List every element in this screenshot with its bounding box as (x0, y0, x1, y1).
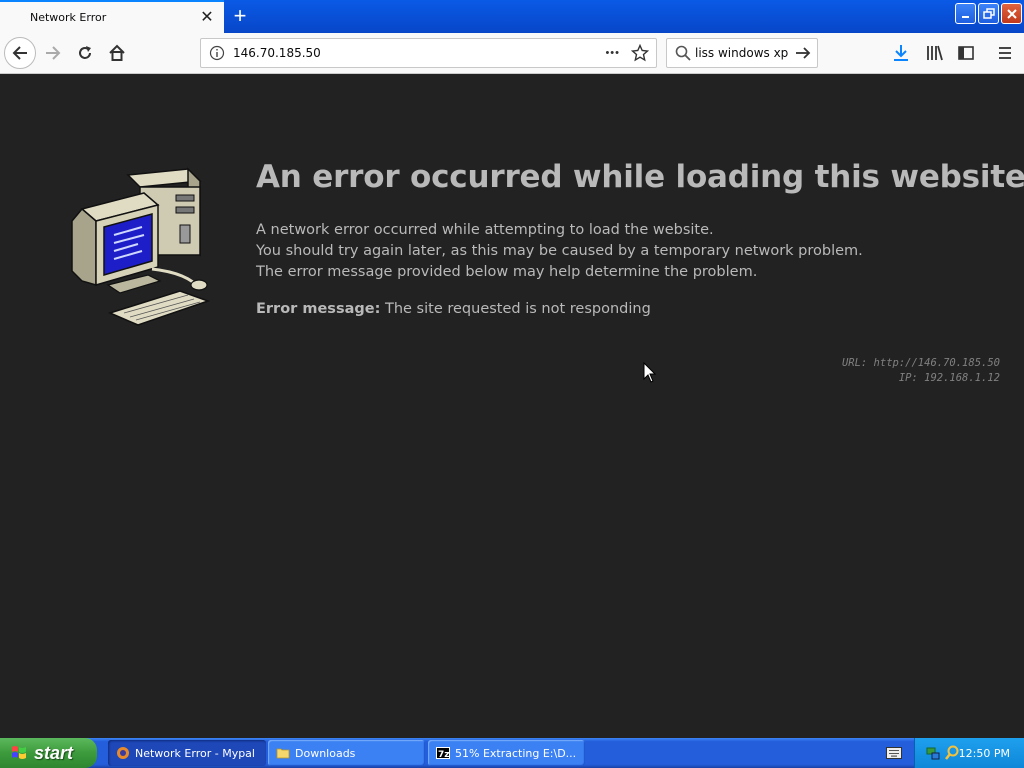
tab-network-error[interactable]: Network Error ✕ (0, 0, 224, 33)
network-tray-icon[interactable] (925, 745, 941, 761)
taskbar-item-browser[interactable]: Network Error - Mypal (108, 740, 266, 766)
menu-button[interactable] (990, 38, 1020, 68)
url-info: URL: http://146.70.185.50 (841, 357, 1000, 369)
minimize-button[interactable] (955, 3, 976, 24)
navigation-bar: 146.70.185.50 ••• liss windows xp (0, 33, 1024, 74)
reload-button[interactable] (70, 38, 100, 68)
library-button[interactable] (919, 38, 949, 68)
minimize-icon (961, 15, 969, 18)
close-window-button[interactable] (1001, 3, 1022, 24)
taskbar-item-7zip[interactable]: 7z 51% Extracting E:\D... (428, 740, 585, 766)
url-text[interactable]: 146.70.185.50 (233, 46, 321, 60)
close-icon (1006, 8, 1017, 19)
downloads-button[interactable] (886, 38, 916, 68)
error-message-text: The site requested is not responding (384, 301, 651, 317)
mouse-cursor-icon (643, 362, 657, 383)
start-button[interactable]: start (0, 738, 97, 768)
restore-icon (982, 7, 995, 19)
7zip-icon: 7z (436, 747, 450, 760)
home-icon (109, 44, 125, 61)
magnifier-tray-icon[interactable] (944, 745, 960, 761)
page-actions-icon[interactable]: ••• (605, 47, 620, 59)
sidebar-icon (958, 46, 974, 60)
taskbar-item-label: Downloads (295, 746, 356, 760)
error-description-line-2: You should try again later, as this may … (256, 243, 863, 259)
folder-icon (276, 748, 290, 759)
back-arrow-icon (12, 46, 27, 60)
new-tab-button[interactable]: + (226, 3, 254, 29)
error-title: An error occurred while loading this web… (256, 159, 1024, 195)
ip-info: IP: 192.168.1.12 (898, 372, 1000, 384)
error-message-label: Error message: (256, 301, 381, 317)
back-button[interactable] (4, 37, 36, 69)
keyboard-icon[interactable] (886, 747, 902, 759)
bookmark-star-icon[interactable] (631, 44, 649, 62)
browser-icon (117, 747, 129, 759)
windows-logo-icon (12, 746, 26, 759)
info-icon[interactable] (209, 45, 225, 61)
error-description-line-3: The error message provided below may hel… (256, 264, 758, 280)
search-bar[interactable]: liss windows xp (666, 38, 818, 68)
search-icon (675, 45, 691, 61)
taskbar: start Network Error - Mypal Downloads 7z… (0, 738, 1024, 768)
search-go-arrow-icon[interactable] (795, 45, 811, 61)
start-label: start (34, 742, 74, 763)
error-page: An error occurred while loading this web… (0, 75, 1024, 738)
sidebar-button[interactable] (951, 38, 981, 68)
search-query[interactable]: liss windows xp (695, 46, 788, 60)
address-bar[interactable]: 146.70.185.50 ••• (200, 38, 657, 68)
system-tray: 12:50 PM (914, 738, 1024, 768)
forward-button[interactable] (38, 38, 68, 68)
error-message: Error message: The site requested is not… (256, 301, 651, 317)
taskbar-item-label: 51% Extracting E:\D... (455, 746, 577, 760)
tab-title: Network Error (30, 11, 107, 24)
forward-arrow-icon (46, 46, 61, 60)
download-arrow-icon (894, 45, 908, 61)
svg-text:7z: 7z (438, 750, 450, 760)
clock[interactable]: 12:50 PM (959, 747, 1010, 760)
tab-close-icon[interactable]: ✕ (198, 8, 216, 26)
title-bar: Network Error ✕ + (0, 0, 1024, 33)
home-button[interactable] (102, 38, 132, 68)
computer-error-icon (71, 167, 211, 326)
taskbar-item-downloads[interactable]: Downloads (268, 740, 425, 766)
restore-button[interactable] (978, 3, 999, 24)
reload-icon (79, 46, 91, 59)
error-description-line-1: A network error occurred while attemptin… (256, 222, 714, 238)
library-icon (927, 45, 943, 61)
hamburger-menu-icon (999, 47, 1011, 59)
taskbar-item-label: Network Error - Mypal (135, 746, 255, 760)
